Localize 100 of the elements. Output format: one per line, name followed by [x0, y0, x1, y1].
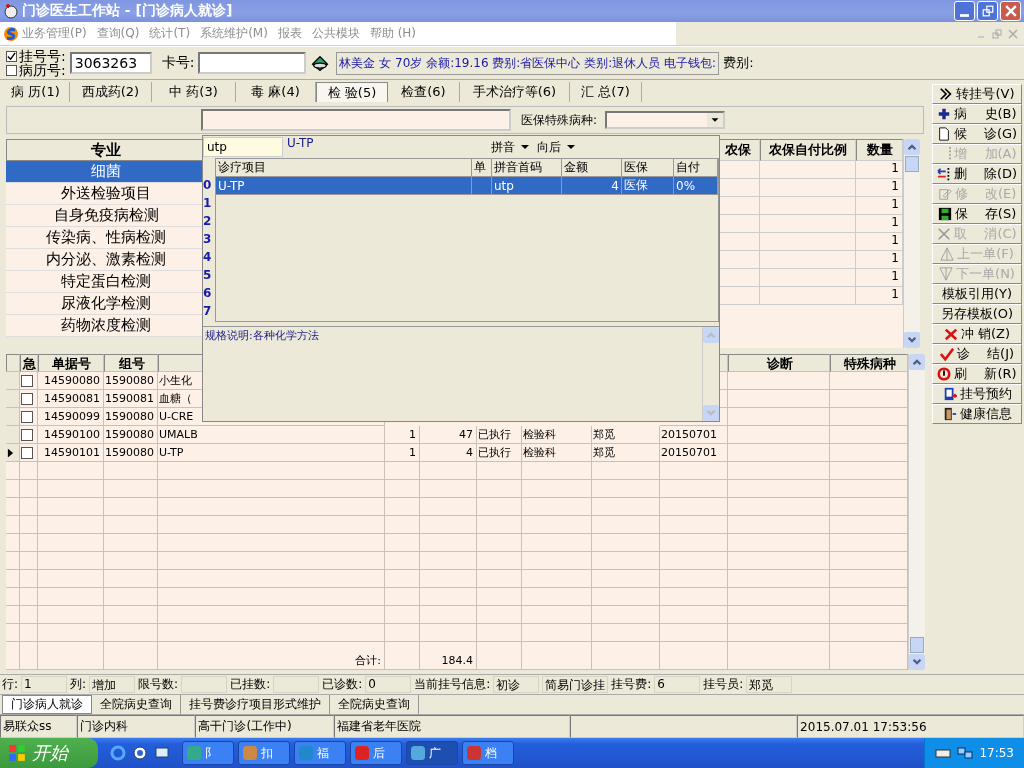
taskbar-button[interactable]: 阝 [182, 741, 234, 765]
scroll-up-icon[interactable] [909, 354, 925, 370]
column-header: 数量 [856, 139, 903, 161]
taskbar-button[interactable]: 福 [294, 741, 346, 765]
plus-icon [937, 107, 952, 121]
toolbar-button[interactable]: 另存模板(O) [932, 304, 1022, 324]
disease-dropdown[interactable] [605, 111, 726, 129]
toolbar-button[interactable]: 删 除(D) [932, 164, 1022, 184]
close-button[interactable] [1000, 1, 1021, 21]
table-cell: 14590081 [38, 390, 104, 408]
restore-button[interactable] [977, 1, 998, 21]
tab[interactable]: 病 历(1) [2, 82, 70, 102]
scroll-down-icon[interactable] [909, 654, 925, 670]
checkbox[interactable] [6, 64, 17, 76]
option-dropdown[interactable]: 向后 [537, 138, 575, 156]
column-header: 单据号 [38, 354, 104, 372]
row-number: 4 [203, 249, 213, 266]
toolbar-button[interactable]: 病 史(B) [932, 104, 1022, 124]
status-panel: 门诊内科 [77, 715, 196, 738]
tab[interactable]: 全院病史查询 [92, 695, 181, 714]
toolbar-button[interactable]: 刷 新(R) [932, 364, 1022, 384]
menu-item[interactable]: 业务管理(P) [22, 25, 87, 42]
row-number: 7 [203, 303, 213, 320]
status-panel: 高干门诊(工作中) [195, 715, 334, 738]
checkbox-label: 病历号: [19, 63, 66, 77]
number-field[interactable]: 3063263 [69, 52, 152, 74]
tab[interactable]: 门诊病人就诊 [2, 695, 92, 714]
query-field[interactable]: utp [203, 137, 283, 157]
table-cell: 1590081 [104, 390, 158, 408]
taskbar-button[interactable]: 档 [462, 741, 514, 765]
status-panel: 福建省老年医院 [333, 715, 571, 738]
option-dropdown[interactable]: 拼音 [491, 138, 529, 156]
network-icon[interactable] [957, 745, 974, 761]
menu-item[interactable]: 公共模块 [311, 25, 360, 42]
scrollbar[interactable] [903, 139, 920, 348]
table-cell [472, 177, 492, 195]
minimize-button[interactable] [954, 1, 975, 21]
save-icon [937, 207, 952, 221]
total-value: 184.4 [420, 652, 477, 670]
info-label: 行: [2, 676, 19, 693]
tab[interactable]: 手术治疗等(6) [460, 82, 570, 102]
menu-item[interactable]: 帮助 (H) [369, 25, 417, 42]
column-header: 医保 [622, 159, 674, 177]
menu-item[interactable]: 报表 [277, 25, 302, 42]
table-cell [660, 652, 728, 670]
table-cell: 1590080 [104, 408, 158, 426]
globe-icon[interactable] [132, 745, 148, 761]
tab[interactable]: 全院病史查询 [330, 695, 419, 714]
clock: 17:53 [979, 746, 1014, 760]
info-value: 郑觅 [746, 676, 793, 693]
tab[interactable]: 中 药(3) [152, 82, 236, 102]
card-field[interactable] [198, 52, 307, 74]
tab[interactable]: 挂号费诊疗项目形式维护 [181, 695, 330, 714]
checkbox[interactable] [6, 50, 17, 62]
scroll-down-icon[interactable] [904, 332, 920, 348]
result-row[interactable]: U-TP utp 4 医保 0% [216, 177, 718, 195]
toolbar-button[interactable]: 健康信息 [932, 404, 1022, 424]
taskbar-button[interactable]: 扣 [238, 741, 290, 765]
tab[interactable]: 汇 总(7) [570, 82, 642, 102]
scroll-thumb[interactable] [910, 637, 924, 653]
taskbar-button[interactable]: 广 [406, 741, 458, 765]
scroll-up-icon[interactable] [904, 139, 920, 155]
table-cell [522, 652, 592, 670]
browser-icon[interactable] [110, 745, 126, 761]
checkbox[interactable] [21, 374, 33, 387]
tab[interactable]: 西成药(2) [70, 82, 152, 102]
toolbar-button[interactable]: 模板引用(Y) [932, 284, 1022, 304]
column-header: 诊疗项目 [216, 159, 472, 177]
taskbar-button[interactable]: 后 [350, 741, 402, 765]
fee-label: 费别: [723, 54, 754, 72]
x-icon [943, 327, 958, 341]
table-cell: 14590080 [38, 372, 104, 390]
tab[interactable]: 检 验(5) [316, 82, 388, 102]
search-field[interactable] [201, 109, 511, 131]
toolbar-button[interactable]: 挂号预约 [932, 384, 1022, 404]
menu-item[interactable]: 查询(Q) [96, 25, 140, 42]
checkbox[interactable] [21, 410, 33, 423]
toolbar-button[interactable]: 转挂号(V) [932, 84, 1022, 104]
table-cell: 14590100 [38, 426, 104, 444]
checkbox[interactable] [21, 392, 33, 405]
info-label: 当前挂号信息: [414, 676, 491, 693]
toolbar-button[interactable]: 诊 结(J) [932, 344, 1022, 364]
checkbox[interactable] [21, 446, 33, 459]
scrollbar[interactable] [908, 354, 925, 670]
menu-item[interactable]: 系统维护(M) [200, 25, 268, 42]
toolbar-button[interactable]: 候 诊(G) [932, 124, 1022, 144]
disease-label: 医保特殊病种: [521, 111, 598, 129]
menu-item[interactable]: 统计(T) [149, 25, 191, 42]
toolbar-button[interactable]: 保 存(S) [932, 204, 1022, 224]
toolbar-button[interactable]: 冲 销(Z) [932, 324, 1022, 344]
checkbox[interactable] [21, 428, 33, 441]
scroll-thumb[interactable] [905, 156, 919, 172]
tab[interactable]: 检查(6) [388, 82, 460, 102]
desktop-icon[interactable] [154, 745, 170, 761]
cross-icon [937, 227, 952, 241]
card-reader-icon[interactable] [310, 53, 331, 73]
restore-icon [981, 5, 994, 17]
table-cell: 0% [674, 177, 718, 195]
table-cell: 医保 [622, 177, 674, 195]
info-label: 挂号费: [611, 676, 652, 693]
